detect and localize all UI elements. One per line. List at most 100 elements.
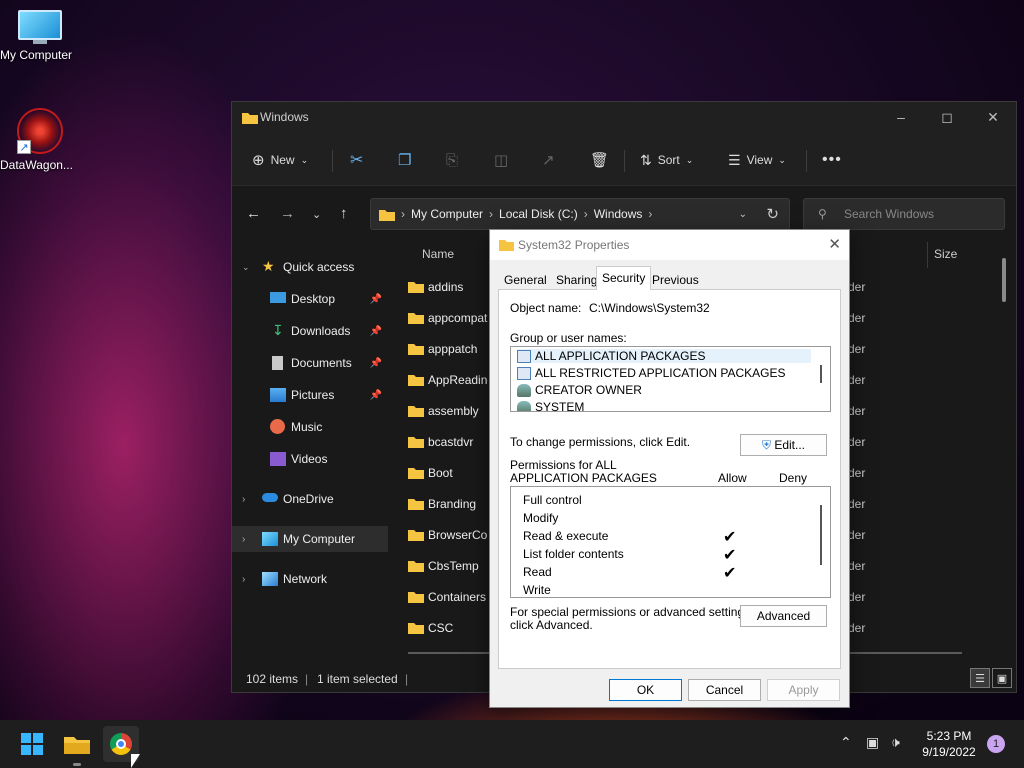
file-row-appreadiness[interactable]: AppReadiness xyxy=(408,364,488,395)
cut-button[interactable]: ✂ xyxy=(350,144,363,176)
search-input[interactable]: ⚲ Search Windows xyxy=(803,198,1005,230)
clock[interactable]: 5:23 PM 9/19/2022 xyxy=(914,728,984,760)
new-button[interactable]: ⊕ New ⌄ xyxy=(252,144,308,176)
dialog-close-button[interactable]: ✕ xyxy=(828,235,841,253)
cancel-button[interactable]: Cancel xyxy=(688,679,761,701)
file-row-boot[interactable]: Boot xyxy=(408,457,488,488)
view-button[interactable]: ☰ View ⌄ xyxy=(728,144,786,176)
type-cell: der xyxy=(848,435,866,449)
copy-button[interactable]: ❐ xyxy=(398,144,411,176)
address-bar[interactable]: › My Computer › Local Disk (C:) › Window… xyxy=(370,198,790,230)
chevron-down-icon: ⌄ xyxy=(685,154,694,165)
ok-button[interactable]: OK xyxy=(609,679,682,701)
nav-pictures[interactable]: Pictures 📌 xyxy=(232,382,388,408)
nav-desktop[interactable]: Desktop 📌 xyxy=(232,286,388,312)
group-item[interactable]: SYSTEM xyxy=(517,400,584,411)
folder-icon xyxy=(408,312,424,324)
close-button[interactable]: ✕ xyxy=(970,102,1016,134)
file-row-containers[interactable]: Containers xyxy=(408,581,488,612)
nav-videos[interactable]: Videos xyxy=(232,446,388,472)
type-cell: der xyxy=(848,404,866,418)
tab-security[interactable]: Security xyxy=(596,266,652,290)
more-options-button[interactable]: ••• xyxy=(822,144,842,176)
tab-previous-versions[interactable]: Previous Versions xyxy=(646,270,705,305)
command-bar: ⊕ New ⌄ ✂ ❐ ⎘ ◫ ↗ 🗑 ⇅ Sort ⌄ ☰ View ⌄ ••… xyxy=(232,134,1016,186)
breadcrumb-my-computer[interactable]: My Computer xyxy=(411,207,483,221)
tiles-view-button[interactable]: ▣ xyxy=(992,668,1012,688)
file-row-addins[interactable]: addins xyxy=(408,271,488,302)
rename-button[interactable]: ◫ xyxy=(494,144,508,176)
file-row-browsercore[interactable]: BrowserCore xyxy=(408,519,488,550)
maximize-button[interactable]: ◻ xyxy=(924,102,970,134)
taskbar-file-explorer[interactable] xyxy=(59,726,95,766)
delete-button[interactable]: 🗑 xyxy=(590,144,609,176)
chevron-right-icon: › xyxy=(583,207,588,221)
file-name: BrowserCore xyxy=(428,527,488,542)
file-row-appcompat[interactable]: appcompat xyxy=(408,302,488,333)
file-name: addins xyxy=(428,279,464,294)
file-row-assembly[interactable]: assembly xyxy=(408,395,488,426)
edit-button[interactable]: ⛨ Edit... xyxy=(740,434,827,456)
chevron-up-icon: ⌃ xyxy=(840,734,852,750)
sort-button[interactable]: ⇅ Sort ⌄ xyxy=(640,144,693,176)
desktop-icon-my-computer[interactable]: My Computer xyxy=(0,10,80,62)
file-name: appcompat xyxy=(428,310,488,325)
group-list-vscroll[interactable] xyxy=(820,365,822,383)
paste-button[interactable]: ⎘ xyxy=(446,144,458,176)
tab-general[interactable]: General xyxy=(498,270,553,290)
advanced-button[interactable]: Advanced xyxy=(740,605,827,627)
shield-icon: ⛨ xyxy=(761,438,771,452)
nav-quick-access[interactable]: ⌄ ★ Quick access xyxy=(232,254,388,280)
minimize-button[interactable]: – xyxy=(878,102,924,134)
nav-downloads[interactable]: ↧ Downloads 📌 xyxy=(232,318,388,344)
breadcrumb-windows[interactable]: Windows xyxy=(594,207,643,221)
file-row-apppatch[interactable]: apppatch xyxy=(408,333,488,364)
desktop-icon-datawagon[interactable]: ↗ DataWagon... xyxy=(0,108,80,172)
address-dropdown-icon[interactable]: ⌄ xyxy=(739,209,747,220)
start-button[interactable] xyxy=(14,726,50,762)
permissions-list: Full control Modify Read & execute ✔ List… xyxy=(510,486,831,598)
permission-label: Read & execute xyxy=(523,529,609,543)
folder-icon xyxy=(408,343,424,355)
apply-button[interactable]: Apply xyxy=(767,679,840,701)
column-header-name[interactable]: Name xyxy=(422,247,454,261)
forward-button[interactable]: → xyxy=(280,205,295,222)
nav-documents[interactable]: Documents 📌 xyxy=(232,350,388,376)
group-item[interactable]: ALL RESTRICTED APPLICATION PACKAGES xyxy=(517,366,786,380)
network-tray-icon[interactable]: ▣ xyxy=(866,734,879,751)
folder-icon xyxy=(408,467,424,479)
up-button[interactable]: ↑ xyxy=(340,205,348,222)
nav-music[interactable]: Music xyxy=(232,414,388,440)
trash-icon: 🗑 xyxy=(590,152,610,169)
file-name: CbsTemp xyxy=(428,558,479,573)
file-row-cbstemp[interactable]: CbsTemp xyxy=(408,550,488,581)
folder-icon xyxy=(408,498,424,510)
notification-badge[interactable]: 1 xyxy=(987,735,1005,753)
file-row-csc[interactable]: CSC xyxy=(408,612,488,643)
group-names-list[interactable]: ALL APPLICATION PACKAGES ALL RESTRICTED … xyxy=(510,346,831,412)
volume-icon[interactable]: 🕩 xyxy=(891,734,900,751)
column-header-size[interactable]: Size xyxy=(934,247,957,261)
permissions-list-vscroll[interactable] xyxy=(820,505,822,565)
nav-my-computer[interactable]: › My Computer xyxy=(232,526,388,552)
group-item[interactable]: ALL APPLICATION PACKAGES xyxy=(517,349,811,363)
vertical-scrollbar[interactable] xyxy=(1002,258,1006,302)
group-item[interactable]: CREATOR OWNER xyxy=(517,383,642,397)
new-label: New xyxy=(270,153,295,167)
chevron-right-icon: › xyxy=(242,493,246,505)
share-icon: ↗ xyxy=(542,152,555,169)
permission-row: Write xyxy=(523,583,813,597)
details-view-button[interactable]: ☰ xyxy=(970,668,990,688)
breadcrumb-local-disk[interactable]: Local Disk (C:) xyxy=(499,207,578,221)
share-button[interactable]: ↗ xyxy=(542,144,555,176)
properties-dialog: System32 Properties ✕ General Sharing Se… xyxy=(489,229,850,708)
refresh-icon[interactable]: ↻ xyxy=(766,205,779,223)
recent-locations-button[interactable]: ⌄ xyxy=(312,208,321,221)
nav-network[interactable]: › Network xyxy=(232,566,388,592)
file-row-branding[interactable]: Branding xyxy=(408,488,488,519)
back-button[interactable]: ← xyxy=(246,205,261,222)
nav-onedrive[interactable]: › OneDrive xyxy=(232,486,388,512)
taskbar: ⌃ ▣ 🕩 5:23 PM 9/19/2022 1 xyxy=(0,720,1024,768)
file-row-bcastdvr[interactable]: bcastdvr xyxy=(408,426,488,457)
show-hidden-icons-button[interactable]: ⌃ xyxy=(840,734,852,751)
